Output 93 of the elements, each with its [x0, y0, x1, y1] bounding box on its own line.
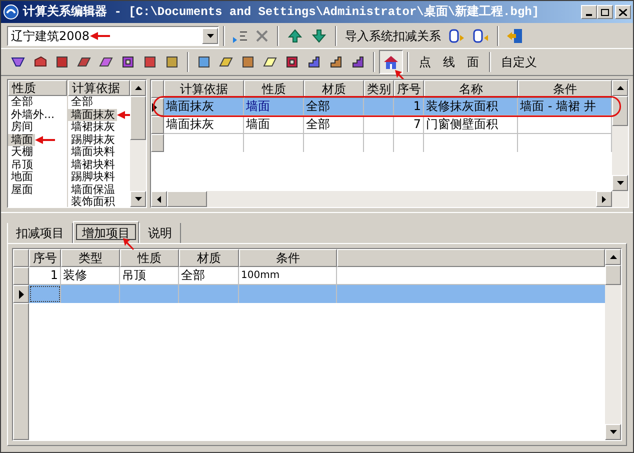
app-icon [3, 4, 19, 20]
table-cell: 墙面抹灰 [166, 117, 214, 131]
region-select[interactable]: 辽宁建筑2008 [7, 26, 219, 46]
list-item[interactable]: 墙裙抹灰 [68, 121, 117, 134]
scroll-thumb[interactable] [130, 96, 146, 140]
row-header[interactable] [13, 285, 29, 303]
list-item[interactable]: 踢脚抹灰 [68, 134, 117, 146]
column-header[interactable]: 条件 [239, 249, 337, 267]
scroll-thumb[interactable] [605, 265, 621, 285]
list-item[interactable]: 踢脚块料 [68, 171, 117, 184]
scroll-thumb[interactable] [167, 191, 207, 207]
filter-button[interactable]: 点 [413, 51, 437, 73]
table-cell: 墙面抹灰 [166, 99, 214, 113]
list-item[interactable]: 房间 [8, 121, 35, 134]
down-arrow-icon[interactable] [311, 28, 327, 44]
table-cell: 1 [50, 268, 58, 282]
arrow-icon [123, 238, 135, 250]
scroll-down-icon [610, 430, 616, 434]
arrow-icon [35, 134, 55, 145]
import-button[interactable]: 导入系统扣减关系 [341, 24, 445, 46]
table-cell: 墙面 [246, 117, 270, 131]
list-item[interactable]: 地面 [8, 171, 35, 184]
column-header[interactable]: 性质 [120, 249, 179, 267]
minimize-button[interactable] [581, 5, 597, 19]
list-item[interactable]: 墙裙块料 [68, 158, 117, 171]
scroll-down-icon [616, 181, 624, 185]
table-cell: 墙面 [246, 99, 270, 113]
database-export-icon[interactable] [448, 26, 466, 44]
region-select-value: 辽宁建筑2008 [10, 28, 90, 44]
up-arrow-icon[interactable] [287, 28, 303, 44]
filter-button[interactable]: 自定义 [495, 51, 543, 73]
scroll-up-icon [610, 255, 616, 259]
scrollbar[interactable] [612, 80, 628, 191]
table-cell: 装修 [63, 268, 87, 282]
filter-button[interactable]: 面 [461, 51, 485, 73]
row-pointer-icon [152, 102, 157, 112]
table-row[interactable]: 墙面抹灰 墙面 全部 7 门窗侧壁面积 [151, 116, 612, 134]
delete-icon[interactable] [254, 28, 270, 44]
list-item[interactable]: 墙面抹灰 [68, 108, 117, 121]
table-row[interactable]: 墙面抹灰 墙面 全部 1 装修抹灰面积 墙面 - 墙裙 井 [151, 98, 612, 116]
house-button[interactable] [379, 50, 403, 74]
exit-door-icon[interactable] [506, 26, 524, 44]
close-icon [619, 8, 627, 16]
row-pointer-icon [18, 290, 24, 298]
window-title: 计算关系编辑器 - [C:\Documents and Settings\Administrator\桌面\新建工程.bgh] [23, 4, 540, 21]
list-item[interactable]: 全部 [68, 96, 95, 108]
tab[interactable]: 增加项目 [73, 221, 139, 243]
list-item[interactable]: 全部 [8, 96, 35, 108]
table-cell: 墙面 - 墙裙 井 [520, 99, 596, 113]
maximize-icon [601, 8, 609, 16]
header-corner [13, 249, 29, 267]
scroll-down-icon [134, 197, 142, 201]
column-header[interactable]: 材质 [179, 249, 239, 267]
scroll-left-icon [157, 196, 161, 202]
filter-button[interactable]: 线 [437, 51, 461, 73]
horizontal-scrollbar[interactable] [151, 191, 628, 207]
list-item[interactable]: 装饰面积 [68, 196, 117, 208]
scrollbar[interactable] [130, 80, 146, 207]
table-cell: 7 [413, 117, 421, 131]
scroll-up-icon [616, 86, 624, 90]
table-row[interactable]: 1 装修 吊顶 全部 100mm [13, 267, 605, 285]
table-cell: 装修抹灰面积 [426, 99, 498, 113]
list-item[interactable]: 墙面保温 [68, 184, 117, 196]
maximize-button[interactable] [597, 5, 613, 19]
list-header[interactable]: 性质 [8, 80, 67, 96]
table-cell: 全部 [306, 117, 330, 131]
list-item[interactable]: 墙面块料 [68, 146, 117, 158]
list-item[interactable]: 吊顶 [8, 158, 35, 171]
table-cell: 1 [413, 99, 421, 113]
scrollbar[interactable] [605, 249, 621, 440]
table-cell: 门窗侧壁面积 [426, 117, 498, 131]
stairs-icon[interactable] [306, 54, 322, 70]
dropdown-button[interactable] [202, 28, 218, 44]
table-cell: 全部 [306, 99, 330, 113]
column-header[interactable]: 序号 [29, 249, 61, 267]
scroll-right-icon [602, 196, 606, 202]
caret-icon [206, 34, 214, 38]
list-item[interactable]: 墙面 [8, 134, 35, 146]
column-header[interactable]: 类型 [61, 249, 120, 267]
tab[interactable]: 说明 [139, 223, 181, 243]
house-icon [383, 54, 399, 70]
scroll-up-icon [134, 86, 142, 90]
arrow-icon [90, 30, 110, 40]
table-cell: 100mm [241, 270, 280, 281]
database-import-icon[interactable] [472, 26, 490, 44]
scroll-thumb[interactable] [612, 96, 628, 126]
list-item[interactable]: 屋面 [8, 184, 35, 196]
close-button[interactable] [615, 5, 631, 19]
table-cell: 吊顶 [122, 268, 146, 282]
list-item[interactable]: 外墙外... [8, 108, 56, 121]
list-header[interactable]: 计算依据 [68, 80, 130, 96]
table-cell: 全部 [181, 268, 205, 282]
list-item[interactable]: 天棚 [8, 146, 35, 158]
